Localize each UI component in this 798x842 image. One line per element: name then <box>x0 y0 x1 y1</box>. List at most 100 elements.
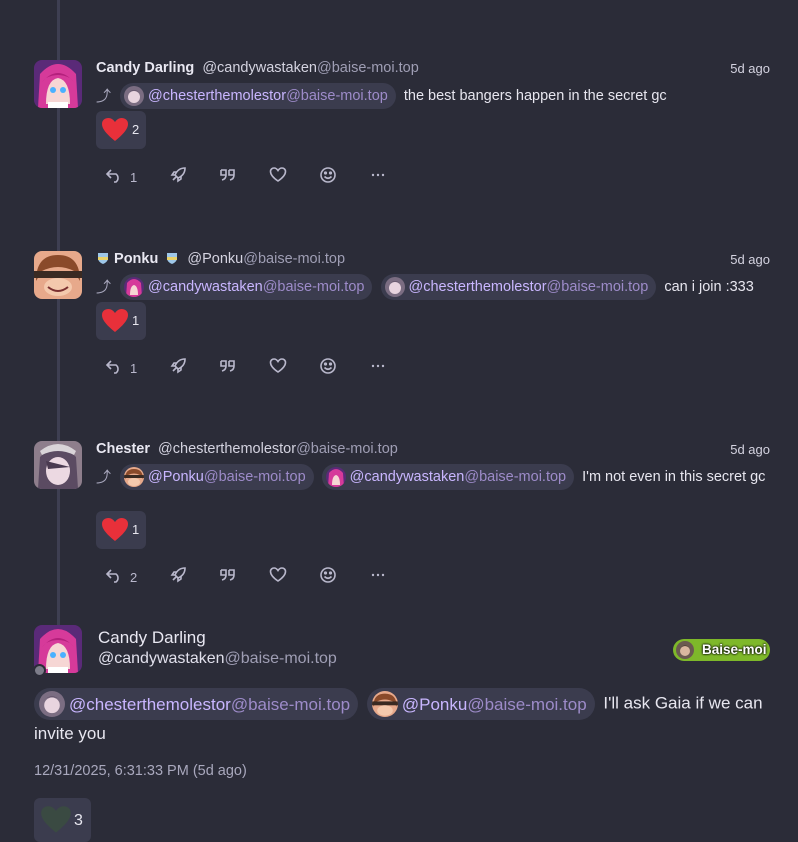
reaction-heart[interactable]: 1 <box>96 511 146 549</box>
mention[interactable]: @chesterthemolestor @baise-moi.top <box>380 274 657 300</box>
rocket-icon <box>170 358 186 374</box>
instance-icon <box>676 641 694 659</box>
mention-avatar <box>124 86 145 106</box>
note-text: I'm not even in this secret gc <box>582 468 766 485</box>
note-body: @chesterthemolestor @baise-moi.top @Ponku… <box>34 688 770 747</box>
reply-arrow-icon: ⤴ <box>96 278 112 296</box>
quote-icon <box>220 169 235 181</box>
instance-badge[interactable]: Baise-moi <box>673 639 770 661</box>
reaction-count: 1 <box>132 313 140 328</box>
display-name[interactable]: Chester <box>96 441 150 457</box>
mention[interactable]: @candywastaken @baise-moi.top <box>120 274 373 300</box>
rocket-icon <box>170 167 186 183</box>
reply-arrow-icon: ⤴ <box>96 468 112 486</box>
reply-count: 2 <box>130 570 138 585</box>
reply-arrow-icon: ⤴ <box>96 87 112 105</box>
quote-button[interactable] <box>214 561 242 589</box>
quote-icon <box>220 360 235 372</box>
username-user: @chesterthemolestor <box>158 441 297 457</box>
note-text: the best bangers happen in the secret gc <box>403 87 667 104</box>
timestamp[interactable]: 5d ago <box>730 61 770 76</box>
mention-avatar <box>39 691 65 717</box>
username-host: @baise-moi.top <box>243 251 346 267</box>
reply-button[interactable]: 1 <box>100 161 137 189</box>
timestamp[interactable]: 5d ago <box>730 252 770 267</box>
username-user: @candywastaken <box>202 60 317 76</box>
heart-outline-icon <box>269 358 287 373</box>
full-timestamp[interactable]: 12/31/2025, 6:31:33 PM (5d ago) <box>34 763 247 779</box>
react-button[interactable] <box>314 161 342 189</box>
mention[interactable]: @candywastaken @baise-moi.top <box>321 464 575 490</box>
mention-user: @Ponku <box>401 694 468 714</box>
mention-user: @candywastaken <box>148 278 263 295</box>
heart-icon <box>102 309 128 332</box>
mention-avatar <box>371 691 398 717</box>
quote-icon <box>220 569 235 581</box>
ellipsis-icon <box>371 173 385 177</box>
instance-name: Baise-moi <box>702 642 767 657</box>
username-host: @baise-moi.top <box>224 650 337 667</box>
reaction-heart[interactable]: 2 <box>96 111 146 149</box>
mention[interactable]: @Ponku @baise-moi.top <box>366 688 595 720</box>
timestamp[interactable]: 5d ago <box>730 442 770 457</box>
online-status-dot <box>33 664 46 677</box>
reaction-count: 3 <box>74 812 83 829</box>
quote-button[interactable] <box>214 352 242 380</box>
mention[interactable]: @chesterthemolestor @baise-moi.top <box>34 688 359 720</box>
mention-user: @Ponku <box>148 468 204 485</box>
mention-host: @baise-moi.top <box>286 87 388 104</box>
reaction-heart[interactable]: 1 <box>96 302 146 340</box>
username[interactable]: @candywastaken@baise-moi.top <box>98 650 337 668</box>
ellipsis-icon <box>371 364 385 368</box>
reply-button[interactable]: 2 <box>100 561 137 589</box>
display-name[interactable]: Candy Darling <box>96 60 194 76</box>
heart-icon <box>102 118 128 141</box>
mention-avatar <box>124 467 145 487</box>
mention-user: @chesterthemolestor <box>148 87 287 104</box>
mention-user: @chesterthemolestor <box>408 278 547 295</box>
reply-icon <box>105 569 119 583</box>
quote-button[interactable] <box>214 161 242 189</box>
renote-button[interactable] <box>164 561 192 589</box>
more-button[interactable] <box>364 161 392 189</box>
note-body: ⤴ @chesterthemolestor @baise-moi.top the … <box>96 83 770 109</box>
display-name[interactable]: Candy Darling <box>98 628 206 648</box>
more-button[interactable] <box>364 352 392 380</box>
note-body: ⤴ @Ponku @baise-moi.top @candywastaken @ba… <box>96 464 770 490</box>
reply-count: 1 <box>130 170 138 185</box>
like-button[interactable] <box>264 352 292 380</box>
mention[interactable]: @Ponku @baise-moi.top <box>120 464 314 490</box>
note-body: ⤴ @candywastaken @baise-moi.top @chestert… <box>96 274 770 300</box>
avatar[interactable] <box>34 60 82 108</box>
display-name[interactable]: Ponku <box>114 251 158 267</box>
like-button[interactable] <box>264 561 292 589</box>
react-button[interactable] <box>314 352 342 380</box>
react-button[interactable] <box>314 561 342 589</box>
avatar[interactable] <box>34 251 82 299</box>
reply-button[interactable]: 1 <box>100 352 137 380</box>
renote-button[interactable] <box>164 161 192 189</box>
username[interactable]: @Ponku@baise-moi.top <box>187 251 345 267</box>
mention[interactable]: @chesterthemolestor @baise-moi.top <box>120 83 396 109</box>
reaction-heart[interactable]: 3 <box>34 798 91 842</box>
heart-icon <box>41 806 71 833</box>
avatar[interactable] <box>34 441 82 489</box>
renote-button[interactable] <box>164 352 192 380</box>
heart-outline-icon <box>269 167 287 182</box>
more-button[interactable] <box>364 561 392 589</box>
heart-outline-icon <box>269 567 287 582</box>
heart-icon <box>102 518 128 541</box>
mention-host: @baise-moi.top <box>546 278 649 295</box>
mention-host: @baise-moi.top <box>262 278 365 295</box>
mention-host: @baise-moi.top <box>230 694 351 714</box>
username[interactable]: @chesterthemolestor@baise-moi.top <box>158 441 398 457</box>
smiley-icon <box>320 567 336 583</box>
mention-user: @candywastaken <box>349 468 465 485</box>
username-user: @candywastaken <box>98 650 225 667</box>
reply-icon <box>105 360 119 374</box>
mention-host: @baise-moi.top <box>203 468 306 485</box>
rocket-icon <box>170 567 186 583</box>
username[interactable]: @candywastaken@baise-moi.top <box>202 60 418 76</box>
reaction-count: 1 <box>132 522 140 537</box>
like-button[interactable] <box>264 161 292 189</box>
